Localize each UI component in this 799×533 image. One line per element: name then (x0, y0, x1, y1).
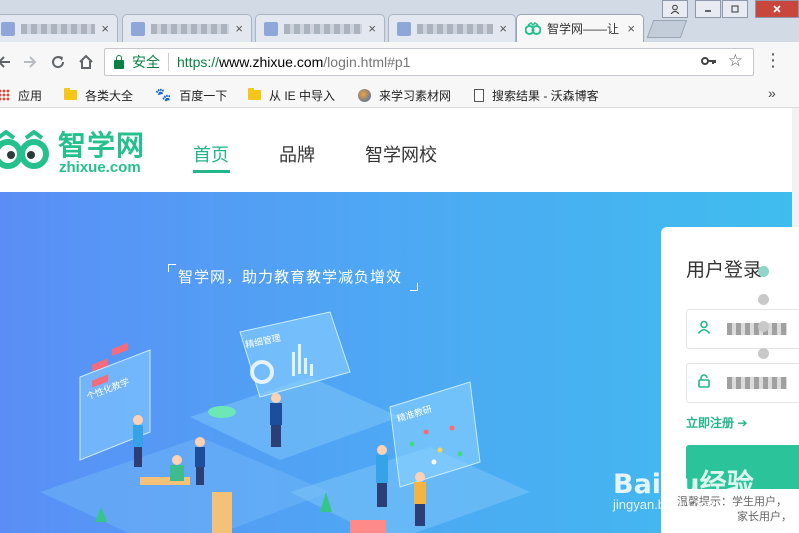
browser-tab-4[interactable]: × (388, 14, 516, 42)
new-tab-button[interactable] (646, 20, 688, 38)
hint-line-2: 家长用户， (737, 511, 792, 523)
tab-title-blurred (284, 23, 363, 34)
forward-arrow-icon[interactable] (18, 50, 42, 74)
carousel-dot-1[interactable] (758, 266, 769, 277)
browser-tab-active[interactable]: 智学网——让 × (516, 14, 644, 42)
bookmark-label: 来学习素材网 (379, 88, 452, 103)
baidu-jingyan-watermark: Baidu经验 (613, 469, 754, 500)
zhixue-owl-icon (525, 21, 541, 35)
nav-active-indicator (193, 170, 230, 173)
logo-text-en[interactable]: zhixue.com (59, 159, 141, 176)
bookmark-baidu[interactable]: 🐾 百度一下 (155, 86, 227, 104)
minimize-icon[interactable] (695, 0, 721, 18)
nav-home[interactable]: 首页 (193, 141, 229, 167)
browser-tab-1[interactable]: × (0, 14, 118, 42)
bookmark-label: 搜索结果 - 沃森博客 (492, 88, 599, 103)
tab-close-icon[interactable]: × (499, 21, 507, 36)
baidu-paw-icon: 🐾 (155, 87, 172, 102)
home-icon[interactable] (74, 50, 98, 74)
password-field[interactable] (686, 363, 799, 403)
bookmarks-overflow-icon[interactable]: » (768, 85, 776, 101)
tab-favicon-icon (1, 21, 15, 36)
browser-tab-2[interactable]: × (122, 14, 252, 42)
tab-close-icon[interactable]: × (368, 21, 376, 36)
bookmark-folder-2[interactable]: 从 IE 中导入 (248, 86, 335, 104)
bookmark-site[interactable]: 来学习素材网 (358, 86, 451, 104)
key-icon[interactable] (701, 54, 717, 70)
address-separator (168, 53, 169, 71)
logo-text-cn[interactable]: 智学网 (58, 124, 145, 164)
bookmark-page[interactable]: 搜索结果 - 沃森博客 (474, 86, 599, 104)
watermark-url: jingyan.baidu.com (613, 497, 718, 512)
password-value-masked (727, 377, 787, 389)
bookmark-apps[interactable]: 应用 (0, 86, 42, 104)
bookmark-folder-1[interactable]: 各类大全 (64, 86, 133, 104)
carousel-dot-4[interactable] (758, 348, 769, 359)
tab-close-icon[interactable]: × (627, 21, 635, 36)
tab-close-icon[interactable]: × (101, 21, 109, 36)
close-window-icon[interactable] (755, 0, 799, 18)
carousel-dot-3[interactable] (758, 321, 769, 332)
site-header: 智学网 zhixue.com 首页 品牌 智学网校 (0, 108, 799, 192)
url-host: www.zhixue.com (219, 54, 324, 70)
folder-icon (248, 88, 261, 100)
nav-brand[interactable]: 品牌 (279, 141, 315, 167)
bookmark-star-icon[interactable]: ☆ (728, 51, 743, 71)
lock-icon (114, 54, 124, 69)
bookmark-label: 各类大全 (85, 88, 134, 103)
bookmark-label: 从 IE 中导入 (269, 88, 336, 103)
folder-icon (64, 88, 77, 100)
address-bar[interactable]: 安全 https:// www.zhixue.com /login.html#p… (104, 48, 754, 76)
tab-title: 智学网——让 (547, 22, 620, 36)
bookmark-label: 百度一下 (179, 88, 228, 103)
username-value-masked (727, 323, 787, 335)
user-icon[interactable] (662, 0, 688, 18)
user-icon (697, 320, 715, 338)
arrow-right-icon: ➔ (737, 416, 748, 430)
tab-title-blurred (21, 23, 96, 34)
url-scheme: https:// (177, 54, 220, 70)
back-arrow-icon[interactable] (0, 50, 16, 74)
globe-icon (358, 88, 371, 102)
browser-tab-3[interactable]: × (255, 14, 385, 42)
url-path: /login.html#p1 (323, 54, 411, 70)
bookmark-label: 应用 (18, 88, 43, 103)
apps-icon (0, 89, 10, 101)
nav-online-school[interactable]: 智学网校 (365, 141, 437, 167)
restore-icon[interactable] (722, 0, 748, 18)
browser-tab-strip: × × × × 智学网——让 × (0, 0, 799, 42)
register-label: 立即注册 (686, 416, 735, 430)
tab-favicon-icon (397, 21, 411, 36)
page-icon (474, 88, 484, 102)
browser-menu-icon[interactable]: ⋮ (764, 50, 782, 71)
tab-favicon-icon (131, 21, 145, 36)
lock-icon (697, 374, 715, 392)
bookmarks-bar: 应用 各类大全 🐾 百度一下 从 IE 中导入 来学习素材网 搜索结果 - 沃森… (0, 82, 799, 108)
tab-favicon-icon (264, 21, 278, 36)
reload-icon[interactable] (46, 50, 70, 74)
tab-title-blurred (417, 23, 494, 34)
username-field[interactable] (686, 309, 799, 349)
carousel-dot-2[interactable] (758, 294, 769, 305)
tab-close-icon[interactable]: × (235, 21, 243, 36)
security-label: 安全 (132, 54, 160, 70)
zhixue-logo-icon[interactable] (0, 130, 52, 170)
browser-toolbar: 安全 https:// www.zhixue.com /login.html#p… (0, 42, 799, 82)
tab-title-blurred (151, 23, 230, 34)
login-title: 用户登录 (686, 260, 763, 281)
register-link[interactable]: 立即注册 ➔ (686, 414, 747, 431)
